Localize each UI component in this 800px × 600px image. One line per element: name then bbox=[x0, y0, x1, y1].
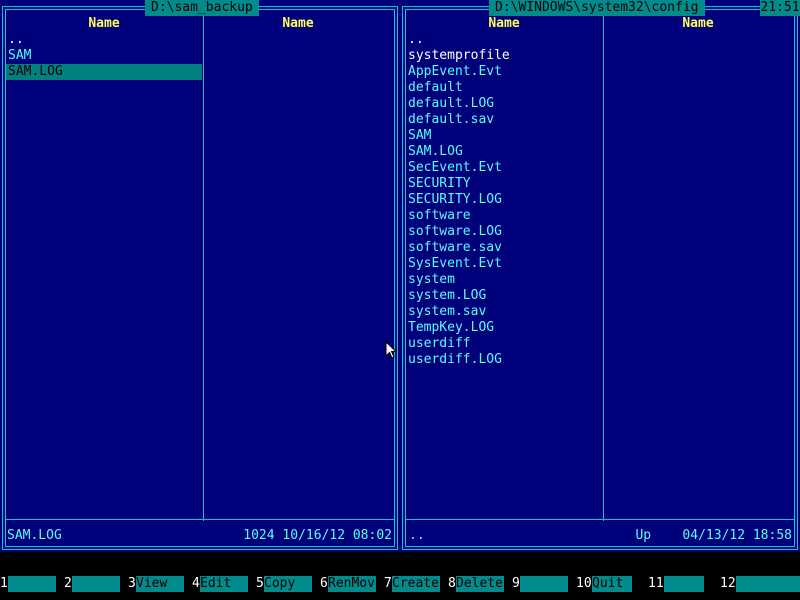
fkey-label: Copy bbox=[264, 576, 312, 592]
file-item-selected[interactable]: SAM.LOG bbox=[6, 64, 202, 80]
left-panel-status-divider bbox=[6, 519, 394, 520]
fkey-10-quit[interactable]: 10 Quit bbox=[576, 576, 640, 592]
mouse-cursor-icon bbox=[385, 341, 397, 359]
left-file-panel[interactable]: D:\sam_backup Name Name .. SAM SAM.LOG S… bbox=[0, 0, 400, 552]
fkey-label: Quit bbox=[592, 576, 632, 592]
fkey-label: Delete bbox=[456, 576, 504, 592]
file-item[interactable]: SecEvent.Evt bbox=[406, 160, 602, 176]
fkey-number: 3 bbox=[128, 576, 136, 592]
right-panel-status-info: Up 04/13/12 18:58 bbox=[635, 528, 792, 543]
fkey-2[interactable]: 2 bbox=[64, 576, 128, 592]
file-item[interactable]: system.LOG bbox=[406, 288, 602, 304]
file-item[interactable]: SAM.LOG bbox=[406, 144, 602, 160]
clock: 21:51 bbox=[760, 0, 800, 16]
right-panel-column-header-name-1[interactable]: Name bbox=[406, 16, 602, 32]
fkey-11[interactable]: 11 bbox=[648, 576, 712, 592]
right-panel-status-filename: .. bbox=[409, 528, 425, 543]
fkey-number: 2 bbox=[64, 576, 72, 592]
fkey-number: 8 bbox=[448, 576, 456, 592]
file-item[interactable]: userdiff bbox=[406, 336, 602, 352]
fkey-number: 7 bbox=[384, 576, 392, 592]
fkey-label: RenMov bbox=[328, 576, 376, 592]
fkey-9[interactable]: 9 bbox=[512, 576, 576, 592]
fkey-label: Create bbox=[392, 576, 440, 592]
fkey-number: 4 bbox=[192, 576, 200, 592]
fkey-5-copy[interactable]: 5 Copy bbox=[256, 576, 320, 592]
file-item[interactable]: userdiff.LOG bbox=[406, 352, 602, 368]
left-panel-status-filename: SAM.LOG bbox=[7, 528, 62, 543]
file-item[interactable]: system bbox=[406, 272, 602, 288]
file-item[interactable]: software.LOG bbox=[406, 224, 602, 240]
left-panel-column-divider bbox=[203, 10, 204, 521]
fkey-label bbox=[736, 576, 800, 592]
right-panel-column-header-name-2[interactable]: Name bbox=[604, 16, 792, 32]
fkey-number: 5 bbox=[256, 576, 264, 592]
fkey-label bbox=[520, 576, 568, 592]
file-item[interactable]: SECURITY.LOG bbox=[406, 192, 602, 208]
fkey-number: 11 bbox=[648, 576, 664, 592]
left-panel-file-list: .. SAM SAM.LOG bbox=[6, 32, 202, 80]
right-panel-column-divider bbox=[603, 10, 604, 521]
file-item[interactable]: default.LOG bbox=[406, 96, 602, 112]
fkey-number: 9 bbox=[512, 576, 520, 592]
fkey-label bbox=[664, 576, 704, 592]
fkey-label bbox=[8, 576, 56, 592]
fkey-3-view[interactable]: 3 View bbox=[128, 576, 192, 592]
file-item-parent-dir[interactable]: .. bbox=[406, 32, 602, 48]
file-item[interactable]: software.sav bbox=[406, 240, 602, 256]
fkey-label: View bbox=[136, 576, 184, 592]
file-item[interactable]: default bbox=[406, 80, 602, 96]
file-item[interactable]: TempKey.LOG bbox=[406, 320, 602, 336]
fkey-number: 1 bbox=[0, 576, 8, 592]
left-panel-path-title: D:\sam_backup bbox=[145, 0, 259, 16]
fkey-label: Edit bbox=[200, 576, 248, 592]
right-file-panel[interactable]: D:\WINDOWS\system32\config 21:51 Name Na… bbox=[400, 0, 800, 552]
file-item-parent-dir[interactable]: .. bbox=[6, 32, 202, 48]
left-panel-inner-border bbox=[5, 9, 395, 547]
fkey-4-edit[interactable]: 4 Edit bbox=[192, 576, 256, 592]
fkey-number: 6 bbox=[320, 576, 328, 592]
right-panel-status-divider bbox=[406, 519, 794, 520]
fkey-7-create[interactable]: 7 Create bbox=[384, 576, 448, 592]
left-panel-column-header-name-2[interactable]: Name bbox=[204, 16, 392, 32]
left-panel-column-header-name-1[interactable]: Name bbox=[6, 16, 202, 32]
fkey-number: 10 bbox=[576, 576, 592, 592]
folder-item[interactable]: systemprofile bbox=[406, 48, 602, 64]
file-item[interactable]: SysEvent.Evt bbox=[406, 256, 602, 272]
left-panel-status-info: 1024 10/16/12 08:02 bbox=[243, 528, 392, 543]
file-item[interactable]: SAM bbox=[6, 48, 202, 64]
right-panel-path-title: D:\WINDOWS\system32\config bbox=[489, 0, 705, 16]
far-manager-screen: D:\sam_backup Name Name .. SAM SAM.LOG S… bbox=[0, 0, 800, 600]
file-item[interactable]: SAM bbox=[406, 128, 602, 144]
fkey-1[interactable]: 1 bbox=[0, 576, 64, 592]
fkey-8-delete[interactable]: 8 Delete bbox=[448, 576, 512, 592]
fkey-number: 12 bbox=[720, 576, 736, 592]
file-item[interactable]: system.sav bbox=[406, 304, 602, 320]
fkey-12[interactable]: 12 bbox=[720, 576, 800, 592]
file-item[interactable]: SECURITY bbox=[406, 176, 602, 192]
file-item[interactable]: AppEvent.Evt bbox=[406, 64, 602, 80]
right-panel-file-list: .. systemprofile AppEvent.Evt default de… bbox=[406, 32, 602, 368]
file-item[interactable]: software bbox=[406, 208, 602, 224]
file-item[interactable]: default.sav bbox=[406, 112, 602, 128]
fkey-label bbox=[72, 576, 120, 592]
fkey-6-renmov[interactable]: 6 RenMov bbox=[320, 576, 384, 592]
function-key-bar: 1 2 3 View 4 Edit 5 Copy 6 RenMov 7 Crea… bbox=[0, 576, 800, 592]
